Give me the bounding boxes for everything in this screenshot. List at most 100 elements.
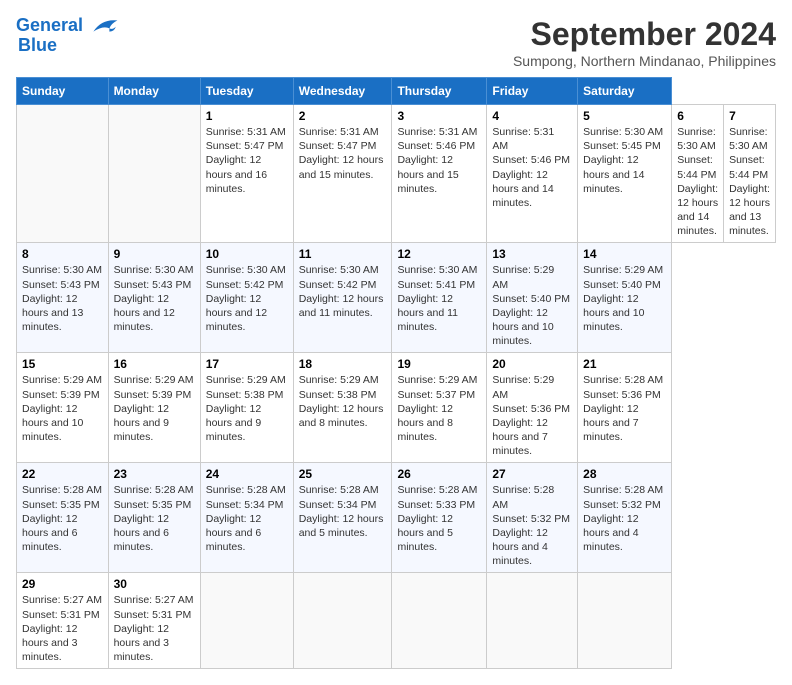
col-header-wednesday: Wednesday (293, 78, 392, 105)
day-info: Sunrise: 5:30 AM Sunset: 5:45 PM Dayligh… (583, 125, 666, 196)
empty-cell (392, 573, 487, 669)
calendar-day-cell: 28 Sunrise: 5:28 AM Sunset: 5:32 PM Dayl… (578, 463, 672, 573)
empty-cell (293, 573, 392, 669)
day-number: 17 (206, 357, 288, 371)
day-number: 8 (22, 247, 103, 261)
calendar-day-cell: 20 Sunrise: 5:29 AM Sunset: 5:36 PM Dayl… (487, 353, 578, 463)
calendar-day-cell: 15 Sunrise: 5:29 AM Sunset: 5:39 PM Dayl… (17, 353, 109, 463)
day-number: 15 (22, 357, 103, 371)
day-info: Sunrise: 5:29 AM Sunset: 5:38 PM Dayligh… (299, 373, 387, 430)
day-number: 27 (492, 467, 572, 481)
day-info: Sunrise: 5:31 AM Sunset: 5:46 PM Dayligh… (492, 125, 572, 210)
logo-bird-icon (87, 17, 119, 35)
day-number: 14 (583, 247, 666, 261)
day-info: Sunrise: 5:31 AM Sunset: 5:46 PM Dayligh… (397, 125, 481, 196)
day-number: 10 (206, 247, 288, 261)
day-number: 23 (114, 467, 195, 481)
col-header-sunday: Sunday (17, 78, 109, 105)
calendar-week-row: 8 Sunrise: 5:30 AM Sunset: 5:43 PM Dayli… (17, 243, 776, 353)
day-info: Sunrise: 5:29 AM Sunset: 5:36 PM Dayligh… (492, 373, 572, 458)
day-number: 20 (492, 357, 572, 371)
calendar-day-cell: 8 Sunrise: 5:30 AM Sunset: 5:43 PM Dayli… (17, 243, 109, 353)
calendar-day-cell: 11 Sunrise: 5:30 AM Sunset: 5:42 PM Dayl… (293, 243, 392, 353)
month-title: September 2024 (513, 16, 776, 53)
calendar-week-row: 15 Sunrise: 5:29 AM Sunset: 5:39 PM Dayl… (17, 353, 776, 463)
calendar-day-cell: 12 Sunrise: 5:30 AM Sunset: 5:41 PM Dayl… (392, 243, 487, 353)
calendar-day-cell: 3 Sunrise: 5:31 AM Sunset: 5:46 PM Dayli… (392, 105, 487, 243)
day-info: Sunrise: 5:28 AM Sunset: 5:35 PM Dayligh… (22, 483, 103, 554)
day-number: 22 (22, 467, 103, 481)
calendar-week-row: 1 Sunrise: 5:31 AM Sunset: 5:47 PM Dayli… (17, 105, 776, 243)
calendar-table: SundayMondayTuesdayWednesdayThursdayFrid… (16, 77, 776, 669)
day-number: 16 (114, 357, 195, 371)
day-number: 19 (397, 357, 481, 371)
empty-cell (487, 573, 578, 669)
logo-blue: Blue (18, 35, 57, 55)
calendar-day-cell: 19 Sunrise: 5:29 AM Sunset: 5:37 PM Dayl… (392, 353, 487, 463)
col-header-tuesday: Tuesday (200, 78, 293, 105)
day-number: 29 (22, 577, 103, 591)
day-info: Sunrise: 5:28 AM Sunset: 5:35 PM Dayligh… (114, 483, 195, 554)
calendar-week-row: 22 Sunrise: 5:28 AM Sunset: 5:35 PM Dayl… (17, 463, 776, 573)
empty-cell (200, 573, 293, 669)
day-info: Sunrise: 5:30 AM Sunset: 5:43 PM Dayligh… (22, 263, 103, 334)
location-subtitle: Sumpong, Northern Mindanao, Philippines (513, 53, 776, 69)
day-info: Sunrise: 5:30 AM Sunset: 5:41 PM Dayligh… (397, 263, 481, 334)
day-info: Sunrise: 5:29 AM Sunset: 5:40 PM Dayligh… (583, 263, 666, 334)
day-number: 25 (299, 467, 387, 481)
day-info: Sunrise: 5:30 AM Sunset: 5:42 PM Dayligh… (206, 263, 288, 334)
day-info: Sunrise: 5:28 AM Sunset: 5:36 PM Dayligh… (583, 373, 666, 444)
page-header: General Blue September 2024 Sumpong, Nor… (16, 16, 776, 69)
empty-cell (17, 105, 109, 243)
calendar-day-cell: 2 Sunrise: 5:31 AM Sunset: 5:47 PM Dayli… (293, 105, 392, 243)
day-number: 3 (397, 109, 481, 123)
day-number: 24 (206, 467, 288, 481)
calendar-day-cell: 17 Sunrise: 5:29 AM Sunset: 5:38 PM Dayl… (200, 353, 293, 463)
day-info: Sunrise: 5:29 AM Sunset: 5:40 PM Dayligh… (492, 263, 572, 348)
day-info: Sunrise: 5:29 AM Sunset: 5:37 PM Dayligh… (397, 373, 481, 444)
day-number: 7 (729, 109, 770, 123)
day-number: 21 (583, 357, 666, 371)
day-info: Sunrise: 5:30 AM Sunset: 5:44 PM Dayligh… (677, 125, 718, 238)
col-header-friday: Friday (487, 78, 578, 105)
day-info: Sunrise: 5:29 AM Sunset: 5:39 PM Dayligh… (22, 373, 103, 444)
calendar-day-cell: 1 Sunrise: 5:31 AM Sunset: 5:47 PM Dayli… (200, 105, 293, 243)
calendar-day-cell: 22 Sunrise: 5:28 AM Sunset: 5:35 PM Dayl… (17, 463, 109, 573)
col-header-monday: Monday (108, 78, 200, 105)
empty-cell (108, 105, 200, 243)
calendar-day-cell: 23 Sunrise: 5:28 AM Sunset: 5:35 PM Dayl… (108, 463, 200, 573)
col-header-saturday: Saturday (578, 78, 672, 105)
calendar-day-cell: 14 Sunrise: 5:29 AM Sunset: 5:40 PM Dayl… (578, 243, 672, 353)
day-info: Sunrise: 5:28 AM Sunset: 5:32 PM Dayligh… (583, 483, 666, 554)
day-info: Sunrise: 5:28 AM Sunset: 5:32 PM Dayligh… (492, 483, 572, 568)
day-info: Sunrise: 5:31 AM Sunset: 5:47 PM Dayligh… (206, 125, 288, 196)
day-number: 13 (492, 247, 572, 261)
logo: General Blue (16, 16, 119, 56)
calendar-day-cell: 5 Sunrise: 5:30 AM Sunset: 5:45 PM Dayli… (578, 105, 672, 243)
calendar-week-row: 29 Sunrise: 5:27 AM Sunset: 5:31 PM Dayl… (17, 573, 776, 669)
calendar-day-cell: 30 Sunrise: 5:27 AM Sunset: 5:31 PM Dayl… (108, 573, 200, 669)
day-info: Sunrise: 5:28 AM Sunset: 5:34 PM Dayligh… (206, 483, 288, 554)
calendar-day-cell: 7 Sunrise: 5:30 AM Sunset: 5:44 PM Dayli… (724, 105, 776, 243)
day-number: 2 (299, 109, 387, 123)
day-info: Sunrise: 5:30 AM Sunset: 5:42 PM Dayligh… (299, 263, 387, 320)
day-number: 6 (677, 109, 718, 123)
col-header-thursday: Thursday (392, 78, 487, 105)
day-number: 9 (114, 247, 195, 261)
calendar-day-cell: 18 Sunrise: 5:29 AM Sunset: 5:38 PM Dayl… (293, 353, 392, 463)
calendar-header-row: SundayMondayTuesdayWednesdayThursdayFrid… (17, 78, 776, 105)
calendar-day-cell: 27 Sunrise: 5:28 AM Sunset: 5:32 PM Dayl… (487, 463, 578, 573)
day-number: 4 (492, 109, 572, 123)
day-number: 26 (397, 467, 481, 481)
day-info: Sunrise: 5:31 AM Sunset: 5:47 PM Dayligh… (299, 125, 387, 182)
day-number: 1 (206, 109, 288, 123)
title-area: September 2024 Sumpong, Northern Mindana… (513, 16, 776, 69)
calendar-day-cell: 13 Sunrise: 5:29 AM Sunset: 5:40 PM Dayl… (487, 243, 578, 353)
day-info: Sunrise: 5:27 AM Sunset: 5:31 PM Dayligh… (114, 593, 195, 664)
day-number: 11 (299, 247, 387, 261)
calendar-day-cell: 4 Sunrise: 5:31 AM Sunset: 5:46 PM Dayli… (487, 105, 578, 243)
calendar-day-cell: 6 Sunrise: 5:30 AM Sunset: 5:44 PM Dayli… (672, 105, 724, 243)
day-info: Sunrise: 5:30 AM Sunset: 5:43 PM Dayligh… (114, 263, 195, 334)
day-info: Sunrise: 5:28 AM Sunset: 5:34 PM Dayligh… (299, 483, 387, 540)
calendar-day-cell: 29 Sunrise: 5:27 AM Sunset: 5:31 PM Dayl… (17, 573, 109, 669)
